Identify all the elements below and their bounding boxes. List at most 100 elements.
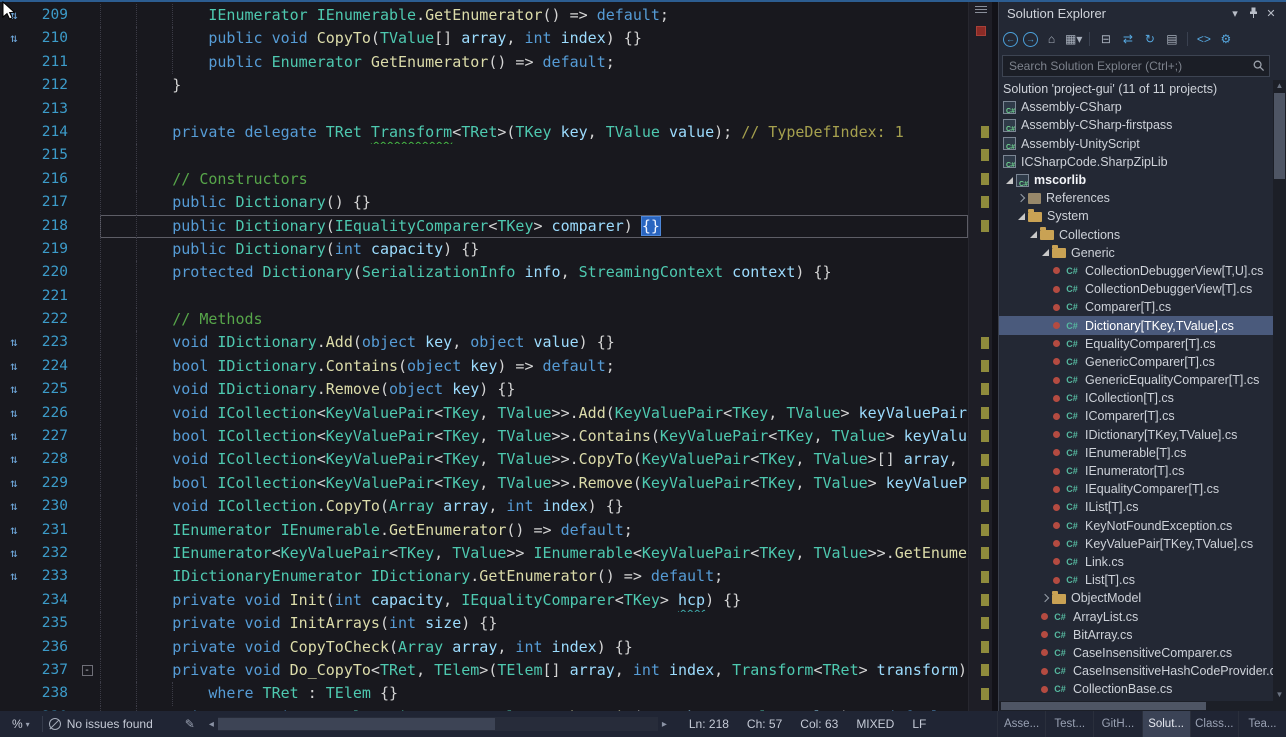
code-line[interactable]: ⇅231IEnumerator IEnumerable.GetEnumerato… [0,519,968,542]
tree-item[interactable]: Comparer[T].cs [999,298,1273,316]
tree-item[interactable]: ArrayList.cs [999,607,1273,625]
code-text[interactable]: public Dictionary(int capacity) {} [100,238,968,261]
tree-item[interactable]: CollectionBase.cs [999,680,1273,698]
tool-window-tab[interactable]: GitH... [1093,711,1141,737]
expander-icon[interactable] [1015,195,1028,201]
expander-icon[interactable] [1003,177,1016,184]
code-line[interactable]: 214private delegate TRet Transform<TRet>… [0,121,968,144]
tree-item[interactable]: BitArray.cs [999,626,1273,644]
implements-icon[interactable]: ⇅ [0,402,28,425]
glyph-margin[interactable] [0,285,28,308]
tree-item[interactable]: Assembly-CSharp-firstpass [999,116,1273,134]
code-text[interactable] [100,285,968,308]
glyph-margin[interactable] [0,589,28,612]
code-line[interactable]: 219public Dictionary(int capacity) {} [0,238,968,261]
tree-item[interactable]: GenericEqualityComparer[T].cs [999,371,1273,389]
tree-item[interactable]: List[T].cs [999,571,1273,589]
code-text[interactable]: private void Init(int capacity, IEqualit… [100,589,968,612]
code-text[interactable]: IEnumerator<KeyValuePair<TKey, TValue>> … [100,542,968,565]
tree-item[interactable]: References [999,189,1273,207]
code-text[interactable]: public void CopyTo(TValue[] array, int i… [100,27,968,50]
code-text[interactable] [100,144,968,167]
implements-icon[interactable]: ⇅ [0,331,28,354]
tree-item[interactable]: EqualityComparer[T].cs [999,335,1273,353]
implements-icon[interactable]: ⇅ [0,378,28,401]
code-line[interactable]: 221 [0,285,968,308]
tree-horizontal-scrollbar[interactable] [999,701,1273,711]
code-line[interactable]: 222// Methods [0,308,968,331]
glyph-margin[interactable] [0,238,28,261]
scroll-right-icon[interactable]: ▸ [658,719,671,730]
code-line[interactable]: ⇅210public void CopyTo(TValue[] array, i… [0,27,968,50]
tool-window-tab[interactable]: Test... [1045,711,1093,737]
code-text[interactable]: void IDictionary.Add(object key, object … [100,331,968,354]
code-line[interactable]: 213 [0,98,968,121]
tree-item[interactable]: mscorlib [999,171,1273,189]
code-line[interactable]: 211public Enumerator GetEnumerator() => … [0,51,968,74]
editor-scrollbar-annotations[interactable] [968,0,992,711]
tree-item[interactable]: ObjectModel [999,589,1273,607]
tree-item[interactable]: KeyValuePair[TKey,TValue].cs [999,535,1273,553]
implements-icon[interactable]: ⇅ [0,448,28,471]
glyph-margin[interactable] [0,121,28,144]
code-text[interactable]: void ICollection.CopyTo(Array array, int… [100,495,968,518]
tree-item[interactable]: IEqualityComparer[T].cs [999,480,1273,498]
glyph-margin[interactable] [0,74,28,97]
code-text[interactable]: IDictionaryEnumerator IDictionary.GetEnu… [100,565,968,588]
glyph-margin[interactable] [0,98,28,121]
implements-icon[interactable]: ⇅ [0,425,28,448]
tree-item[interactable]: CollectionDebuggerView[T,U].cs [999,262,1273,280]
issues-indicator[interactable]: No issues found [49,717,153,731]
implements-icon[interactable]: ⇅ [0,472,28,495]
glyph-margin[interactable] [0,144,28,167]
scrollbar-thumb[interactable] [218,718,495,730]
split-editor-handle[interactable] [975,6,987,13]
zoom-control[interactable]: % ▾ [6,717,36,731]
expander-icon[interactable] [1039,595,1052,601]
code-text[interactable]: private void Do_CopyTo<TRet, TElem>(TEle… [100,659,968,682]
solution-tree[interactable]: Solution 'project-gui' (11 of 11 project… [999,80,1273,701]
glyph-margin[interactable] [0,191,28,214]
tool-window-tab[interactable]: Tea... [1238,711,1286,737]
code-text[interactable]: private void CopyToCheck(Array array, in… [100,636,968,659]
code-line[interactable]: ⇅224bool IDictionary.Contains(object key… [0,355,968,378]
code-line[interactable]: ⇅223void IDictionary.Add(object key, obj… [0,331,968,354]
code-line[interactable]: 218public Dictionary(IEqualityComparer<T… [0,215,968,238]
code-text[interactable]: public Enumerator GetEnumerator() => def… [100,51,968,74]
implements-icon[interactable]: ⇅ [0,519,28,542]
view-code-icon[interactable]: <> [1195,31,1212,48]
code-text[interactable]: IEnumerator IEnumerable.GetEnumerator() … [100,4,968,27]
code-line[interactable]: ⇅225void IDictionary.Remove(object key) … [0,378,968,401]
tree-item[interactable]: IDictionary[TKey,TValue].cs [999,426,1273,444]
tree-item[interactable]: System [999,207,1273,225]
tree-item[interactable]: CaseInsensitiveComparer.cs [999,644,1273,662]
tree-item[interactable]: GenericComparer[T].cs [999,353,1273,371]
code-text[interactable]: protected Dictionary(SerializationInfo i… [100,261,968,284]
glyph-margin[interactable] [0,308,28,331]
back-icon[interactable]: ← [1003,32,1018,47]
scrollbar-thumb[interactable] [1274,93,1285,179]
code-line[interactable]: 212} [0,74,968,97]
tree-item[interactable]: Generic [999,244,1273,262]
implements-icon[interactable]: ⇅ [0,495,28,518]
code-line[interactable]: 216// Constructors [0,168,968,191]
code-text[interactable]: void ICollection<KeyValuePair<TKey, TVal… [100,402,968,425]
glyph-margin[interactable] [0,51,28,74]
code-line[interactable]: 236private void CopyToCheck(Array array,… [0,636,968,659]
glyph-margin[interactable] [0,612,28,635]
tree-item[interactable]: Collections [999,226,1273,244]
pin-icon[interactable] [1244,4,1262,22]
indent-mode-indicator[interactable]: MIXED [856,717,894,731]
tool-window-tab[interactable]: Solut... [1142,711,1190,737]
glyph-margin[interactable] [0,168,28,191]
code-text[interactable]: void IDictionary.Remove(object key) {} [100,378,968,401]
refresh-icon[interactable]: ↻ [1141,31,1158,48]
tree-item[interactable]: KeyNotFoundException.cs [999,517,1273,535]
scroll-left-icon[interactable]: ◂ [205,719,218,730]
sync-with-active-document-icon[interactable]: ⇄ [1119,31,1136,48]
tree-item[interactable]: Assembly-CSharp [999,98,1273,116]
search-input[interactable] [1002,55,1270,77]
code-text[interactable]: private void InitArrays(int size) {} [100,612,968,635]
code-line[interactable]: ⇅232IEnumerator<KeyValuePair<TKey, TValu… [0,542,968,565]
code-line[interactable]: ⇅209IEnumerator IEnumerable.GetEnumerato… [0,4,968,27]
